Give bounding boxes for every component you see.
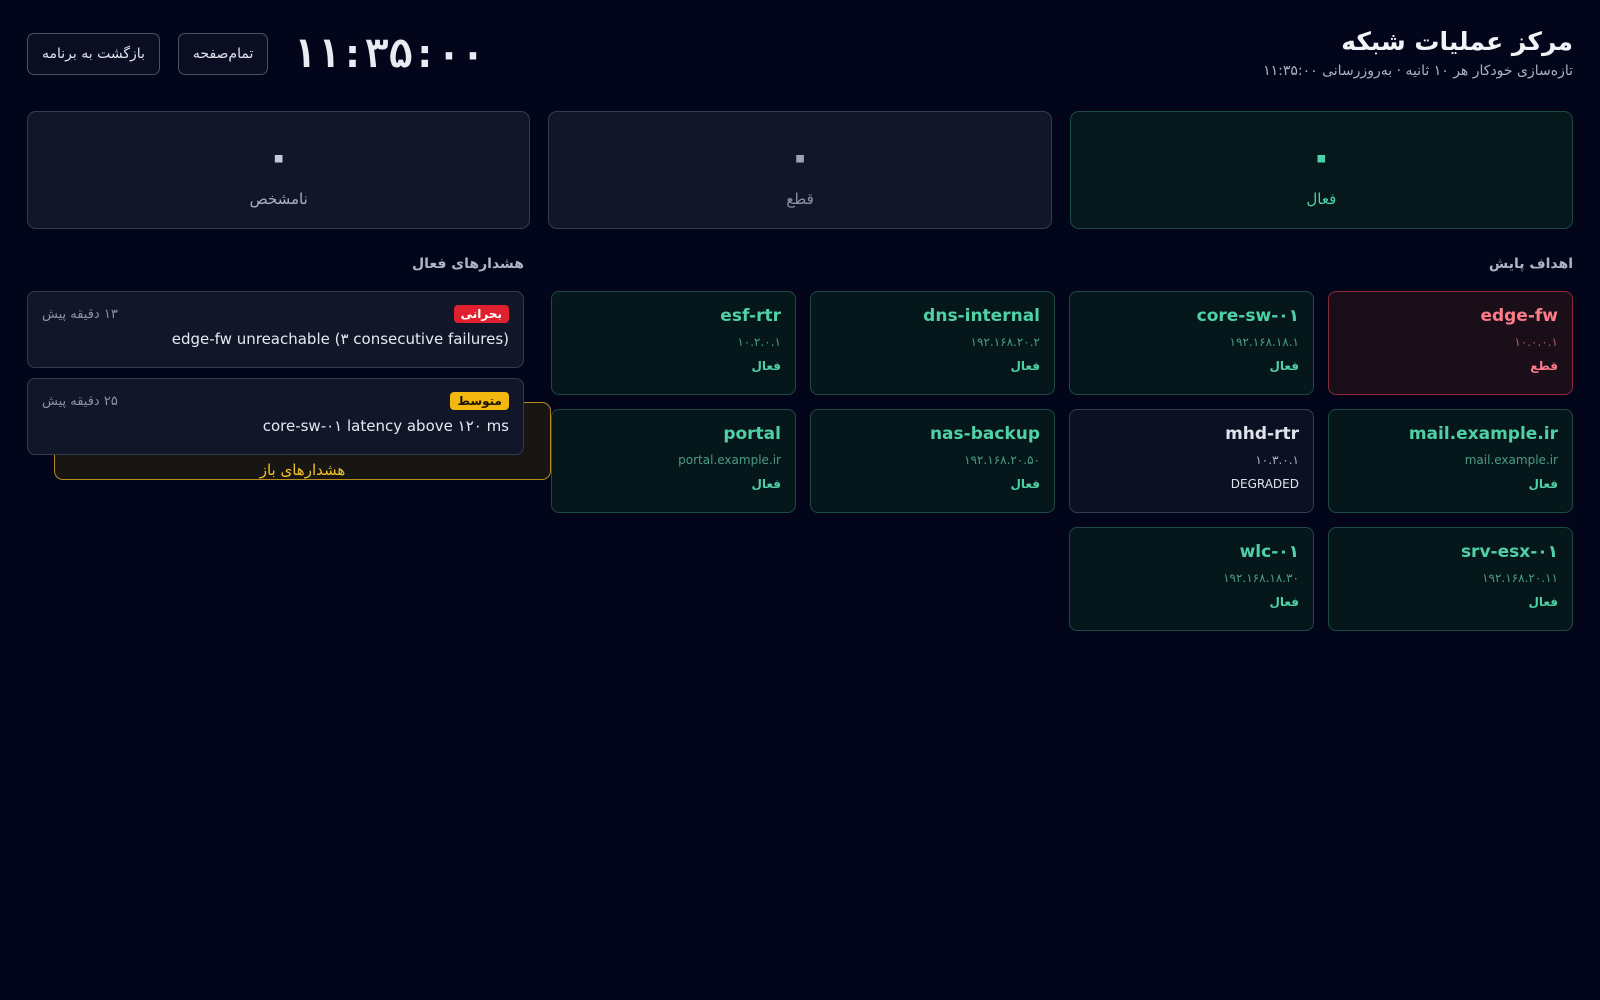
target-card[interactable]: mail.example.ir mail.example.ir فعال <box>1328 409 1573 513</box>
target-address: ۱۰.۲.۰.۱ <box>737 335 781 349</box>
target-name: core-sw-۰۱ <box>1196 306 1299 326</box>
stat-down-label: قطع <box>786 190 814 208</box>
targets-grid: edge-fw ۱۰.۰.۰.۱ قطع core-sw-۰۱ ۱۹۲.۱۶۸.۱۸.۱… <box>550 291 1573 631</box>
severity-badge: متوسط <box>450 392 509 410</box>
target-status: فعال <box>1269 595 1299 609</box>
alert-header: بحرانی ۱۳ دقیقه پیش <box>42 305 509 323</box>
target-address: ۱۰.۳.۰.۱ <box>1255 453 1299 467</box>
target-address: ۱۹۲.۱۶۸.۱۸.۱ <box>1229 335 1299 349</box>
target-status: فعال <box>1269 359 1299 373</box>
page-subtitle: تازه‌سازی خودکار هر ۱۰ ثانیه · به‌روزرسا… <box>1263 63 1573 79</box>
target-status: DEGRADED <box>1230 477 1299 491</box>
target-address: portal.example.ir <box>678 453 781 467</box>
target-card[interactable]: mhd-rtr ۱۰.۳.۰.۱ DEGRADED <box>1069 409 1314 513</box>
page-title: مرکز عملیات شبکه <box>1341 27 1573 56</box>
alert-item[interactable]: بحرانی ۱۳ دقیقه پیش edge-fw unreachable (۳… <box>27 291 524 368</box>
target-name: dns-internal <box>923 306 1040 326</box>
header-controls: بازگشت به برنامه تمام‌صفحه ۱۱:۳۵:۰۰ <box>27 26 485 82</box>
stat-active-label: فعال <box>1306 190 1337 208</box>
stat-active-value: ۰ <box>1307 131 1335 182</box>
target-name: esf-rtr <box>720 306 781 326</box>
target-card[interactable]: esf-rtr ۱۰.۲.۰.۱ فعال <box>551 291 796 395</box>
alert-message: core-sw-۰۱ latency above ۱۲۰ ms <box>262 417 509 435</box>
target-status: فعال <box>1010 477 1040 491</box>
target-address: ۱۹۲.۱۶۸.۲۰.۱۱ <box>1482 571 1558 585</box>
target-card[interactable]: dns-internal ۱۹۲.۱۶۸.۲۰.۲ فعال <box>810 291 1055 395</box>
fullscreen-button[interactable]: تمام‌صفحه <box>177 33 269 75</box>
target-card[interactable]: nas-backup ۱۹۲.۱۶۸.۲۰.۵۰ فعال <box>810 409 1055 513</box>
stat-card-unknown: ۰ نامشخص <box>27 111 531 229</box>
targets-section-title: اهداف پایش <box>1488 256 1573 272</box>
target-name: mhd-rtr <box>1225 424 1299 444</box>
alert-item[interactable]: متوسط ۲۵ دقیقه پیش core-sw-۰۱ latency abov… <box>27 378 524 455</box>
target-card[interactable]: edge-fw ۱۰.۰.۰.۱ قطع <box>1328 291 1573 395</box>
target-card[interactable]: wlc-۰۱ ۱۹۲.۱۶۸.۱۸.۳۰ فعال <box>1069 527 1314 631</box>
stat-card-down: ۰ قطع <box>548 111 1052 229</box>
target-address: ۱۹۲.۱۶۸.۲۰.۲ <box>970 335 1040 349</box>
noc-dashboard: مرکز عملیات شبکه تازه‌سازی خودکار هر ۱۰ … <box>0 0 1600 1000</box>
target-status: فعال <box>751 359 781 373</box>
target-name: mail.example.ir <box>1408 424 1558 444</box>
stat-unknown-label: نامشخص <box>249 190 308 208</box>
stat-unknown-value: ۰ <box>265 131 293 182</box>
stat-down-value: ۰ <box>786 131 814 182</box>
target-card[interactable]: core-sw-۰۱ ۱۹۲.۱۶۸.۱۸.۱ فعال <box>1069 291 1314 395</box>
back-to-app-button[interactable]: بازگشت به برنامه <box>27 33 160 75</box>
alert-header: متوسط ۲۵ دقیقه پیش <box>42 392 509 410</box>
alert-age: ۲۵ دقیقه پیش <box>42 393 118 409</box>
target-status: فعال <box>751 477 781 491</box>
target-address: ۱۹۲.۱۶۸.۱۸.۳۰ <box>1223 571 1299 585</box>
target-address: mail.example.ir <box>1464 453 1558 467</box>
alerts-section-title: هشدارهای فعال <box>411 256 524 272</box>
target-name: nas-backup <box>929 424 1040 444</box>
clock: ۱۱:۳۵:۰۰ <box>292 31 486 77</box>
alerts-list: بحرانی ۱۳ دقیقه پیش edge-fw unreachable (۳… <box>27 291 524 465</box>
target-status: قطع <box>1530 359 1558 373</box>
target-address: ۱۹۲.۱۶۸.۲۰.۵۰ <box>964 453 1040 467</box>
target-name: wlc-۰۱ <box>1239 542 1299 562</box>
target-status: فعال <box>1010 359 1040 373</box>
stats-row: ۰ فعال ۰ قطع ۰ نامشخص ۲ هشدارهای باز <box>27 111 1573 480</box>
target-name: portal <box>723 424 781 444</box>
header: مرکز عملیات شبکه تازه‌سازی خودکار هر ۱۰ … <box>27 26 1573 82</box>
alert-age: ۱۳ دقیقه پیش <box>42 306 118 322</box>
title-block: مرکز عملیات شبکه تازه‌سازی خودکار هر ۱۰ … <box>1263 26 1573 82</box>
target-address: ۱۰.۰.۰.۱ <box>1514 335 1558 349</box>
target-status: فعال <box>1528 595 1558 609</box>
severity-badge: بحرانی <box>453 305 509 323</box>
target-card[interactable]: srv-esx-۰۱ ۱۹۲.۱۶۸.۲۰.۱۱ فعال <box>1328 527 1573 631</box>
target-status: فعال <box>1528 477 1558 491</box>
stat-card-active: ۰ فعال <box>1069 111 1573 229</box>
alert-message: edge-fw unreachable (۳ consecutive failu… <box>171 330 509 348</box>
target-card[interactable]: portal portal.example.ir فعال <box>551 409 796 513</box>
target-name: edge-fw <box>1480 306 1558 326</box>
target-name: srv-esx-۰۱ <box>1460 542 1558 562</box>
